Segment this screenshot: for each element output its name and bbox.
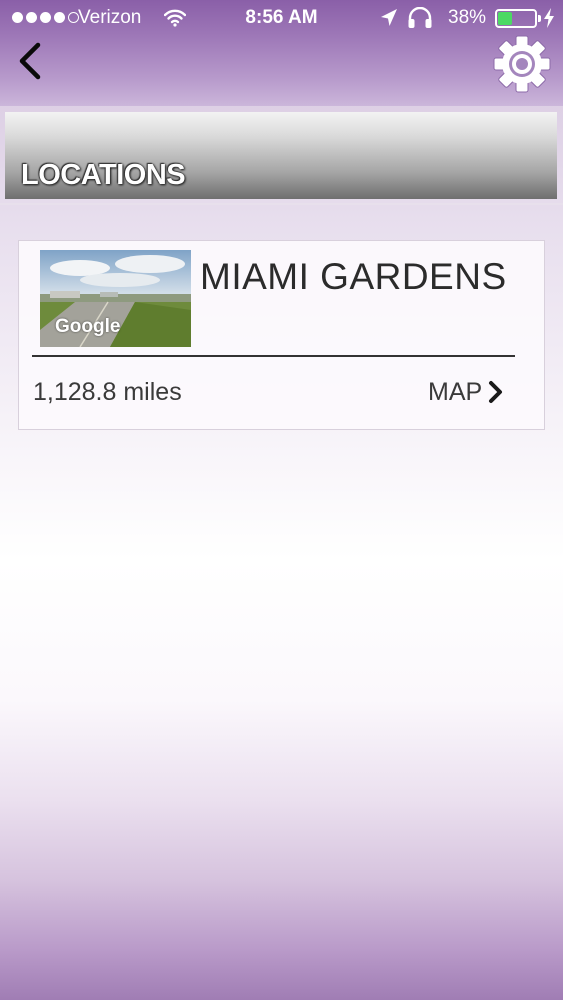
location-thumbnail: Google [40, 250, 191, 347]
location-distance: 1,128.8 miles [33, 378, 182, 406]
location-arrow-icon [380, 8, 398, 34]
location-name: MIAMI GARDENS [200, 256, 507, 297]
charging-bolt-icon [543, 8, 555, 34]
chevron-right-icon [489, 381, 503, 403]
settings-button[interactable] [492, 34, 552, 94]
google-watermark: Google [55, 316, 121, 337]
battery-tip [538, 15, 541, 22]
battery-percent: 38% [448, 7, 487, 28]
map-label: MAP [428, 377, 483, 406]
card-divider [32, 355, 515, 357]
map-button[interactable]: MAP [428, 375, 504, 409]
battery-icon [495, 9, 537, 28]
status-bar: Verizon 8:56 AM 38% [0, 0, 563, 38]
gear-icon [493, 35, 551, 93]
section-title: LOCATIONS [21, 159, 186, 191]
back-button[interactable] [14, 42, 48, 80]
chevron-left-icon [19, 42, 41, 80]
location-card[interactable]: Google MIAMI GARDENS 1,128.8 miles MAP [18, 240, 545, 430]
headphones-icon [407, 6, 433, 35]
divider [0, 203, 563, 205]
section-header: LOCATIONS [5, 112, 557, 199]
battery-level [498, 12, 512, 25]
top-bar: Verizon 8:56 AM 38% [0, 0, 563, 106]
